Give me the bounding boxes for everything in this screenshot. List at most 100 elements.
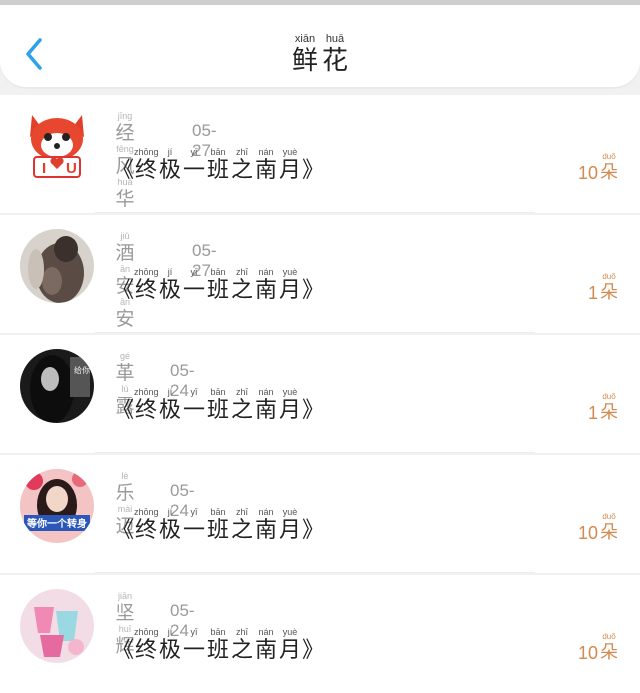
book-char: 极 (159, 278, 182, 303)
book-char: 之 (231, 278, 254, 303)
book-open-bracket: 《 (112, 518, 135, 543)
book-pinyin: nán (258, 627, 274, 637)
unit-char: 朵 (600, 522, 618, 543)
unit-pinyin: duǒ (602, 512, 616, 521)
book-pinyin: zhōng (134, 387, 159, 397)
book-close-bracket: 》 (302, 518, 325, 543)
book-char: 终 (135, 518, 158, 543)
book-title[interactable]: 《 zhōng 终 jí 极 yī 一 bān 班 zhī 之 nán 南 yuè 月》 (112, 267, 324, 303)
unit-pinyin: duǒ (602, 152, 616, 161)
book-char: 班 (207, 638, 230, 663)
list-item[interactable]: jiǔ 酒 ān 安 ān 安 05-27 《 zhōng 终 jí 极 yī 一 bān 班 zhī 之 ná… (0, 215, 640, 333)
book-char: 之 (231, 398, 254, 423)
book-char: 极 (159, 398, 182, 423)
book-pinyin: bān (210, 267, 226, 277)
book-pinyin: nán (258, 387, 274, 397)
book-pinyin: yī (190, 387, 198, 397)
book-char: 南 (255, 638, 278, 663)
flower-count: 10 duǒ 朵 (578, 151, 620, 187)
book-title[interactable]: 《 zhōng 终 jí 极 yī 一 bān 班 zhī 之 nán 南 yuè 月》 (112, 627, 324, 663)
count-value: 1 (587, 403, 598, 423)
book-char: 班 (207, 278, 230, 303)
avatar[interactable] (20, 589, 94, 663)
unit-pinyin: duǒ (602, 272, 616, 281)
book-title[interactable]: 《 zhōng 终 jí 极 yī 一 bān 班 zhī 之 nán 南 yuè 月》 (112, 507, 324, 543)
book-char: 南 (255, 278, 278, 303)
book-pinyin: bān (210, 147, 226, 157)
unit-char: 朵 (600, 402, 618, 423)
book-pinyin: bān (210, 507, 226, 517)
book-pinyin: yuè (282, 387, 298, 397)
unit-pinyin: duǒ (602, 392, 616, 401)
list-item[interactable]: I U jīng 经 fēng 风 huá 华 05-27 《 zhōng 终 jí 极 yī 一 bā… (0, 95, 640, 213)
blurred-photo-avatar (20, 229, 94, 303)
book-title[interactable]: 《 zhōng 终 jí 极 yī 一 bān 班 zhī 之 nán 南 yuè 月》 (112, 387, 324, 423)
book-pinyin: jí (167, 387, 173, 397)
avatar[interactable]: 等你一个转身 (20, 469, 94, 543)
book-char: 一 (183, 638, 206, 663)
book-char: 南 (255, 518, 278, 543)
divider (95, 572, 535, 573)
list-item[interactable]: 等你一个转身 lè 乐 mài 迈 05-24 《 zhōng 终 jí 极 yī 一 bān 班 zh… (0, 455, 640, 573)
name-char: 安 (115, 308, 135, 330)
flower-count: 10 duǒ 朵 (578, 511, 620, 547)
book-char: 班 (207, 518, 230, 543)
count-value: 10 (577, 163, 598, 183)
book-pinyin: yuè (282, 147, 298, 157)
unit-char: 朵 (600, 162, 618, 183)
girl-portrait-avatar: 等你一个转身 (20, 469, 94, 543)
book-char: 终 (135, 158, 158, 183)
book-title[interactable]: 《 zhōng 终 jí 极 yī 一 bān 班 zhī 之 nán 南 yuè 月》 (112, 147, 324, 183)
book-pinyin: zhī (236, 147, 249, 157)
book-pinyin: jí (167, 627, 173, 637)
book-char: 一 (183, 518, 206, 543)
avatar[interactable]: 给你 (20, 349, 94, 423)
title-pinyin: xiān (294, 33, 316, 45)
book-open-bracket: 《 (112, 278, 135, 303)
book-open-bracket: 《 (112, 158, 135, 183)
book-pinyin: zhōng (134, 267, 159, 277)
name-char: 华 (115, 188, 135, 210)
book-char: 终 (135, 278, 158, 303)
name-char: 酒 (115, 242, 135, 264)
name-char: 革 (115, 362, 135, 384)
book-char: 极 (159, 518, 182, 543)
flower-count: 10 duǒ 朵 (578, 631, 620, 667)
fox-cartoon-avatar: I U (20, 109, 94, 183)
count-value: 1 (587, 283, 598, 303)
book-close-bracket: 》 (302, 398, 325, 423)
book-pinyin: nán (258, 147, 274, 157)
book-char: 班 (207, 398, 230, 423)
book-pinyin: bān (210, 627, 226, 637)
page-title: xiān 鲜 huā 花 (0, 33, 640, 76)
book-char: 之 (231, 518, 254, 543)
book-pinyin: yuè (282, 507, 298, 517)
book-pinyin: jí (167, 267, 173, 277)
book-pinyin: zhōng (134, 507, 159, 517)
book-pinyin: zhī (236, 267, 249, 277)
count-value: 10 (577, 523, 598, 543)
book-char: 极 (159, 638, 182, 663)
book-char: 一 (183, 278, 206, 303)
book-pinyin: yī (190, 627, 198, 637)
book-pinyin: yī (190, 507, 198, 517)
avatar[interactable] (20, 229, 94, 303)
divider (95, 212, 535, 213)
book-open-bracket: 《 (112, 638, 135, 663)
flower-count: 1 duǒ 朵 (588, 271, 620, 307)
book-pinyin: yī (190, 147, 198, 157)
name-char: 经 (115, 122, 135, 144)
book-close-bracket: 》 (302, 158, 325, 183)
book-pinyin: jí (167, 507, 173, 517)
book-char: 月 (279, 398, 302, 423)
book-char: 南 (255, 398, 278, 423)
book-char: 月 (279, 278, 302, 303)
avatar[interactable]: I U (20, 109, 94, 183)
list-item[interactable]: jiān 坚 huī 辉 05-24 《 zhōng 终 jí 极 yī 一 bān 班 zhī 之 nán… (0, 575, 640, 693)
book-char: 月 (279, 638, 302, 663)
book-pinyin: zhōng (134, 627, 159, 637)
book-pinyin: yī (190, 267, 198, 277)
list-item[interactable]: 给你 gé 革 lù 露 05-24 《 zhōng 终 jí 极 yī 一 bān 班 zhī 之 nán… (0, 335, 640, 453)
title-char: 花 (321, 46, 348, 76)
book-pinyin: nán (258, 507, 274, 517)
